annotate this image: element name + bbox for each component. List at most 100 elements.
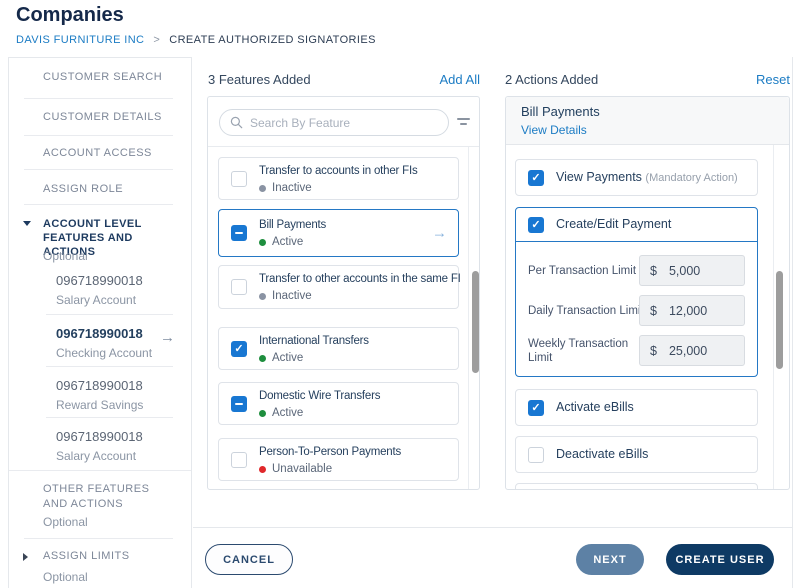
- action-card-activate-ebills[interactable]: Activate eBills: [515, 389, 758, 426]
- sidebar-item-account-access[interactable]: ACCOUNT ACCESS: [43, 147, 152, 159]
- feature-card-transfer-same-fi[interactable]: Transfer to other accounts in the same F…: [218, 265, 461, 309]
- checkbox-unchecked[interactable]: [231, 279, 247, 295]
- actions-count: 2 Actions Added: [505, 72, 599, 87]
- breadcrumb-current: CREATE AUTHORIZED SIGNATORIES: [169, 34, 376, 46]
- search-field[interactable]: [219, 109, 449, 136]
- limit-label: Weekly Transaction Limit: [528, 338, 629, 364]
- divider: [24, 98, 173, 99]
- currency-symbol: $: [650, 263, 657, 278]
- limit-label: Per Transaction Limit: [528, 265, 637, 277]
- sidebar-account-item[interactable]: 096718990018 Salary Account: [56, 273, 143, 307]
- checkbox-unchecked[interactable]: [231, 452, 247, 468]
- feature-search-row: [208, 97, 479, 147]
- limit-row: Weekly Transaction Limit $25,000: [528, 335, 745, 366]
- arrow-right-icon: →: [160, 329, 175, 346]
- limit-row: Daily Transaction Limit $12,000: [528, 295, 745, 326]
- per-transaction-limit-input[interactable]: $5,000: [639, 255, 745, 286]
- sidebar-account-item[interactable]: 096718990018 Reward Savings: [56, 378, 143, 412]
- action-name: Deactivate eBills: [556, 447, 649, 461]
- feature-name: Transfer to accounts in other FIs: [259, 165, 418, 177]
- checkbox-unchecked[interactable]: [528, 447, 544, 463]
- sidebar-account-item[interactable]: 096718990018 Salary Account: [56, 429, 143, 463]
- divider: [46, 366, 173, 367]
- currency-symbol: $: [650, 303, 657, 318]
- action-name: View Payments: [556, 170, 642, 184]
- checkbox-checked[interactable]: [528, 400, 544, 416]
- divider: [24, 169, 173, 170]
- action-card-create-edit-payment[interactable]: Create/Edit Payment Per Transaction Limi…: [515, 207, 758, 377]
- action-card-partial: [515, 483, 758, 489]
- checkbox-unchecked[interactable]: [231, 171, 247, 187]
- limit-row: Per Transaction Limit $5,000: [528, 255, 745, 286]
- create-user-button[interactable]: CREATE USER: [666, 544, 774, 575]
- feature-card-domestic-wire-transfers[interactable]: Domestic Wire Transfers Active: [218, 382, 459, 425]
- checkbox-indeterminate[interactable]: [231, 396, 247, 412]
- breadcrumb: DAVIS FURNITURE INC > CREATE AUTHORIZED …: [16, 34, 376, 46]
- add-all-link[interactable]: Add All: [440, 72, 480, 87]
- checkbox-checked[interactable]: [231, 341, 247, 357]
- feature-status: Active: [272, 236, 304, 248]
- next-button[interactable]: NEXT: [576, 544, 644, 575]
- reset-link[interactable]: Reset: [756, 72, 790, 87]
- feature-card-transfer-other-fis[interactable]: Transfer to accounts in other FIs Inacti…: [218, 157, 459, 200]
- sidebar: CUSTOMER SEARCH CUSTOMER DETAILS ACCOUNT…: [8, 57, 192, 588]
- divider: [9, 470, 191, 471]
- actions-panel: Bill Payments View Details View Payments…: [505, 96, 790, 490]
- feature-card-person-to-person[interactable]: Person-To-Person Payments Unavailable: [218, 438, 459, 481]
- chevron-right-icon: >: [153, 34, 161, 46]
- account-number: 096718990018: [56, 378, 143, 393]
- feature-card-bill-payments[interactable]: Bill Payments Active →: [218, 209, 459, 257]
- currency-symbol: $: [650, 343, 657, 358]
- cancel-button[interactable]: CANCEL: [205, 544, 293, 575]
- divider: [46, 314, 173, 315]
- scrollbar-thumb[interactable]: [472, 271, 479, 373]
- optional-label: Optional: [43, 515, 88, 529]
- divider: [46, 417, 173, 418]
- selected-feature-name: Bill Payments: [521, 104, 600, 119]
- checkbox-indeterminate[interactable]: [231, 225, 247, 241]
- feature-name: Domestic Wire Transfers: [259, 390, 381, 402]
- account-number: 096718990018: [56, 273, 143, 288]
- sidebar-account-item-selected[interactable]: 096718990018 Checking Account: [56, 326, 152, 360]
- sidebar-item-assign-role[interactable]: ASSIGN ROLE: [43, 183, 123, 195]
- features-count: 3 Features Added: [208, 72, 311, 87]
- scrollbar-track: [773, 145, 774, 489]
- page-title: Companies: [16, 4, 124, 26]
- arrow-right-icon: →: [432, 224, 447, 242]
- account-type: Salary Account: [56, 293, 137, 307]
- account-number: 096718990018: [56, 326, 143, 341]
- account-type: Checking Account: [56, 346, 153, 360]
- limit-value: 12,000: [668, 303, 708, 318]
- action-card-deactivate-ebills[interactable]: Deactivate eBills: [515, 436, 758, 473]
- limit-value: 5,000: [668, 263, 701, 278]
- feature-status: Unavailable: [272, 463, 333, 475]
- divider: [24, 538, 173, 539]
- limit-value: 25,000: [668, 343, 708, 358]
- weekly-transaction-limit-input[interactable]: $25,000: [639, 335, 745, 366]
- feature-list: Transfer to accounts in other FIs Inacti…: [208, 147, 479, 489]
- view-details-link[interactable]: View Details: [521, 123, 587, 137]
- breadcrumb-company-link[interactable]: DAVIS FURNITURE INC: [16, 34, 144, 46]
- scrollbar-thumb[interactable]: [776, 271, 783, 369]
- feature-status: Inactive: [272, 182, 312, 194]
- limit-label: Daily Transaction Limit: [528, 305, 644, 317]
- checkbox-checked[interactable]: [528, 170, 544, 186]
- filter-icon[interactable]: [457, 118, 470, 125]
- mandatory-note: (Mandatory Action): [645, 172, 738, 184]
- action-card-view-payments[interactable]: View Payments (Mandatory Action): [515, 159, 758, 196]
- divider: [24, 204, 173, 205]
- status-dot-active: [259, 354, 266, 362]
- search-input[interactable]: [250, 115, 438, 130]
- chevron-right-icon: [23, 553, 28, 561]
- optional-label: Optional: [43, 570, 88, 584]
- action-list: View Payments (Mandatory Action) Create/…: [506, 145, 789, 489]
- create-edit-payment-header[interactable]: Create/Edit Payment: [516, 208, 757, 242]
- sidebar-item-customer-search[interactable]: CUSTOMER SEARCH: [43, 71, 162, 83]
- feature-name: Person-To-Person Payments: [259, 446, 402, 458]
- feature-card-international-transfers[interactable]: International Transfers Active: [218, 327, 459, 370]
- checkbox-checked[interactable]: [528, 217, 544, 233]
- daily-transaction-limit-input[interactable]: $12,000: [639, 295, 745, 326]
- sidebar-item-customer-details[interactable]: CUSTOMER DETAILS: [43, 111, 162, 123]
- sidebar-item-assign-limits[interactable]: ASSIGN LIMITS: [43, 550, 130, 562]
- sidebar-item-other-features[interactable]: OTHER FEATURES AND ACTIONS: [43, 482, 173, 512]
